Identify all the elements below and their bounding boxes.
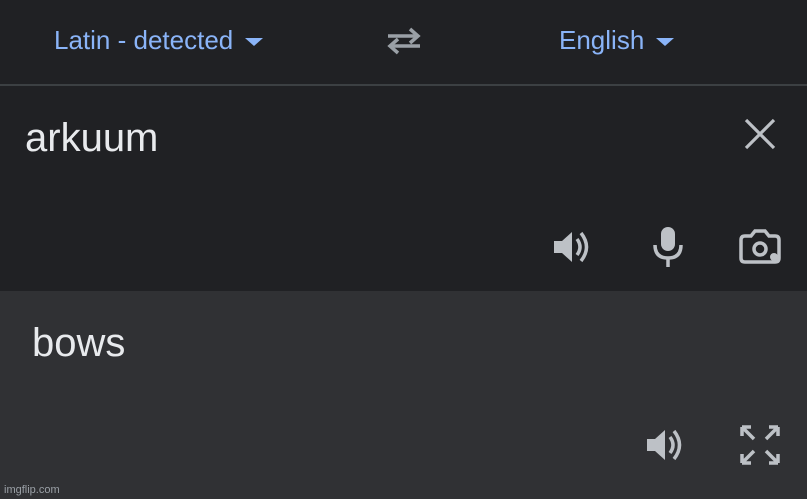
- input-panel: arkuum: [0, 86, 807, 291]
- voice-input-button[interactable]: [645, 224, 691, 270]
- translated-text: bows: [32, 321, 126, 365]
- listen-source-button[interactable]: [550, 224, 596, 270]
- output-panel: bows: [0, 291, 807, 499]
- fullscreen-icon: [737, 422, 783, 468]
- source-language-label: Latin - detected: [54, 24, 234, 55]
- source-text-input[interactable]: arkuum: [25, 114, 158, 162]
- language-bar: Latin - detected English: [0, 0, 807, 84]
- camera-translate-icon: [737, 224, 783, 270]
- chevron-down-icon: [656, 38, 675, 46]
- target-language-selector[interactable]: English: [559, 22, 675, 58]
- clear-input-button[interactable]: [740, 114, 780, 154]
- speaker-icon: [643, 422, 689, 468]
- watermark: imgflip.com: [4, 484, 60, 496]
- target-language-label: English: [559, 24, 645, 55]
- swap-languages-button[interactable]: [382, 24, 426, 56]
- source-language-selector[interactable]: Latin - detected: [54, 22, 264, 58]
- swap-languages-icon: [382, 24, 426, 56]
- chevron-down-icon: [245, 38, 264, 46]
- listen-translation-button[interactable]: [643, 422, 689, 468]
- close-icon: [740, 114, 780, 154]
- camera-translate-button[interactable]: [737, 224, 783, 270]
- microphone-icon: [645, 224, 691, 270]
- fullscreen-button[interactable]: [737, 422, 783, 468]
- speaker-icon: [550, 224, 596, 270]
